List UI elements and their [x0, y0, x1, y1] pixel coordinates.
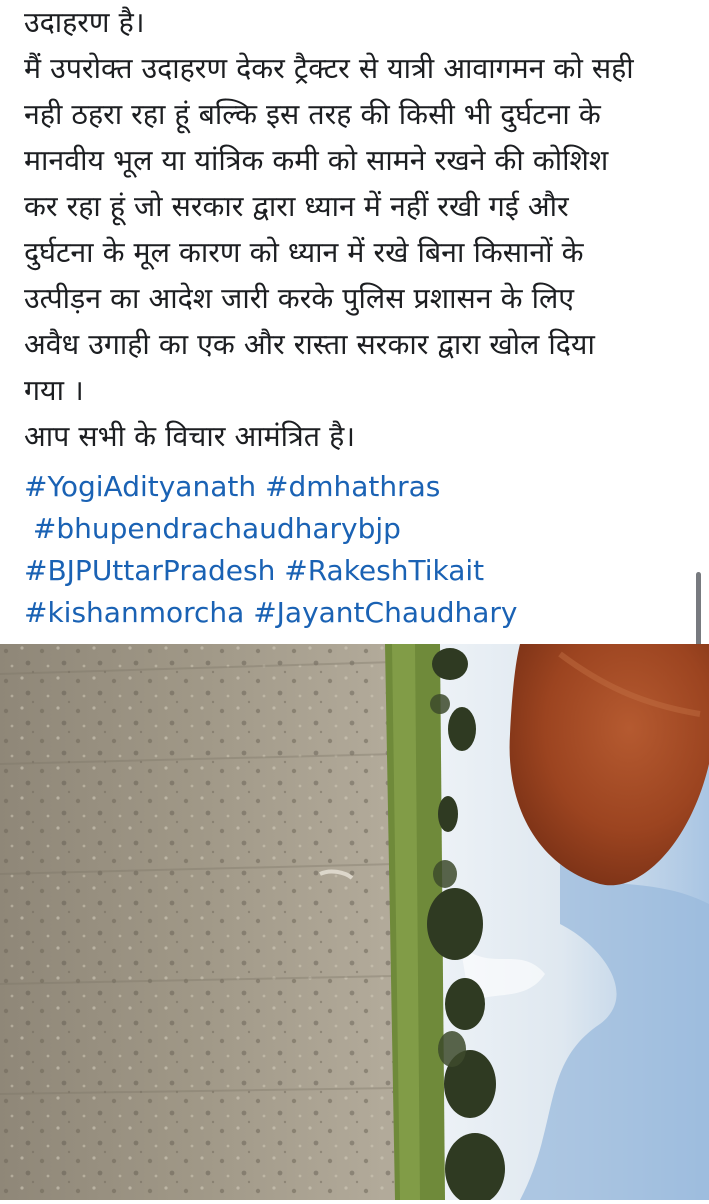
hashtag-link[interactable]: #YogiAdityanath [24, 470, 256, 503]
post-text-line: नही ठहरा रहा हूं बल्कि इस तरह की किसी भी… [24, 98, 601, 131]
post-text-line: गया । [24, 374, 84, 407]
post-text-line: दुर्घटना के मूल कारण को ध्यान में रखे बि… [24, 236, 584, 269]
hashtag-row: #kishanmorcha #JayantChaudhary [24, 592, 694, 634]
post-text-line: मानवीय भूल या यांत्रिक कमी को सामने रखने… [24, 144, 609, 177]
hashtag-row: #BJPUttarPradesh #RakeshTikait [24, 550, 694, 592]
hashtag-link[interactable]: #dmhathras [265, 470, 440, 503]
hashtag-list: #YogiAdityanath #dmhathras #bhupendracha… [24, 466, 694, 634]
hashtag-link[interactable]: #JayantChaudhary [253, 596, 517, 629]
post-body: उदाहरण है। मैं उपरोक्त उदाहरण देकर ट्रैक… [0, 0, 709, 644]
hashtag-row: #YogiAdityanath #dmhathras [24, 466, 694, 508]
post-text-line: उदाहरण है। [24, 6, 145, 39]
post-text-line: आप सभी के विचार आमंत्रित है। [24, 420, 356, 453]
video-frame[interactable] [0, 644, 709, 1204]
post-text-line: अवैध उगाही का एक और रास्ता सरकार द्वारा … [24, 328, 595, 361]
post-text-line: कर रहा हूं जो सरकार द्वारा ध्यान में नही… [24, 190, 569, 223]
hashtag-row: #bhupendrachaudharybjp [24, 508, 694, 550]
hashtag-link[interactable]: #RakeshTikait [284, 554, 484, 587]
hashtag-link[interactable]: #kishanmorcha [24, 596, 244, 629]
post-text-line: उत्पीड़न का आदेश जारी करके पुलिस प्रशासन… [24, 282, 575, 315]
hashtag-link[interactable]: #BJPUttarPradesh [24, 554, 275, 587]
post-text-line: मैं उपरोक्त उदाहरण देकर ट्रैक्टर से यात्… [24, 52, 634, 85]
post-text: उदाहरण है। मैं उपरोक्त उदाहरण देकर ट्रैक… [24, 0, 690, 460]
video-thumbnail-image [0, 644, 709, 1204]
hashtag-link[interactable]: #bhupendrachaudharybjp [33, 512, 401, 545]
